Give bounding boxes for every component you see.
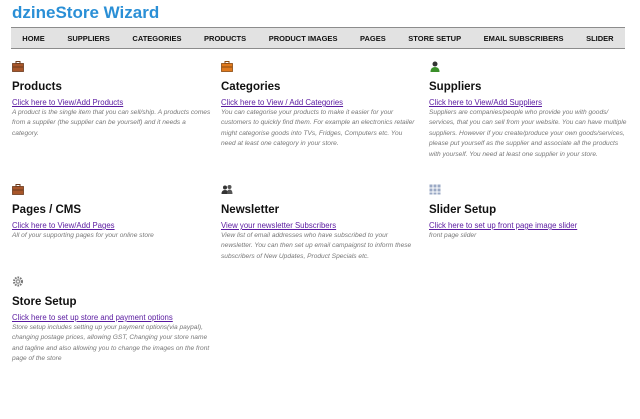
view-add-suppliers-link[interactable]: Click here to View/Add Suppliers <box>429 98 627 108</box>
suppliers-description: Suppliers are companies/people who provi… <box>429 109 627 158</box>
gear-icon <box>13 276 23 287</box>
products-description: A product is the single item that you ca… <box>12 109 211 137</box>
users-icon <box>221 185 233 194</box>
grid-icon <box>429 184 441 195</box>
slider-description: front page slider <box>429 232 477 239</box>
suppliers-card: Suppliers Click here to View/Add Supplie… <box>429 61 627 160</box>
nav-item-product-images[interactable]: PRODUCT IMAGES <box>269 34 338 43</box>
newsletter-description: View list of email addresses who have su… <box>221 232 412 260</box>
app-title: dzineStore Wizard <box>12 3 160 22</box>
main-nav: HOME SUPPLIERS CATEGORIES PRODUCTS PRODU… <box>11 27 625 49</box>
store-setup-description: Store setup includes setting up your pay… <box>12 324 210 363</box>
setup-store-payment-link[interactable]: Click here to set up store and payment o… <box>12 313 212 323</box>
nav-item-suppliers[interactable]: SUPPLIERS <box>67 34 110 43</box>
newsletter-title: Newsletter <box>221 204 280 216</box>
categories-card: Categories Click here to View / Add Cate… <box>221 61 417 150</box>
pages-title: Pages / CMS <box>12 204 82 216</box>
nav-item-slider[interactable]: SLIDER <box>586 34 614 43</box>
slider-card: Slider Setup Click here to set up front … <box>429 184 627 241</box>
categories-title: Categories <box>221 81 281 93</box>
view-newsletter-subscribers-link[interactable]: View your newsletter Subscribers <box>221 221 417 231</box>
view-add-categories-link[interactable]: Click here to View / Add Categories <box>221 98 417 108</box>
briefcase-icon <box>12 184 24 195</box>
setup-slider-link[interactable]: Click here to set up front page image sl… <box>429 221 627 231</box>
nav-item-home[interactable]: HOME <box>22 34 45 43</box>
store-setup-card: Store Setup Click here to set up store a… <box>12 276 212 365</box>
nav-item-email-subscribers[interactable]: EMAIL SUBSCRIBERS <box>484 34 564 43</box>
view-add-pages-link[interactable]: Click here to View/Add Pages <box>12 221 212 231</box>
newsletter-card: Newsletter View your newsletter Subscrib… <box>221 184 417 262</box>
suppliers-title: Suppliers <box>429 81 482 93</box>
briefcase-icon <box>221 61 233 72</box>
nav-item-products[interactable]: PRODUCTS <box>204 34 246 43</box>
view-add-products-link[interactable]: Click here to View/Add Products <box>12 98 212 108</box>
nav-item-pages[interactable]: PAGES <box>360 34 386 43</box>
briefcase-icon <box>12 61 24 72</box>
slider-title: Slider Setup <box>429 204 497 216</box>
pages-card: Pages / CMS Click here to View/Add Pages… <box>12 184 212 241</box>
user-icon <box>430 61 440 72</box>
products-title: Products <box>12 81 62 93</box>
nav-item-store-setup[interactable]: STORE SETUP <box>408 34 461 43</box>
nav-item-categories[interactable]: CATEGORIES <box>132 34 181 43</box>
pages-description: All of your supporting pages for your on… <box>12 232 154 239</box>
products-card: Products Click here to View/Add Products… <box>12 61 212 139</box>
categories-description: You can categorise your products to make… <box>221 109 415 148</box>
store-setup-title: Store Setup <box>12 296 77 308</box>
